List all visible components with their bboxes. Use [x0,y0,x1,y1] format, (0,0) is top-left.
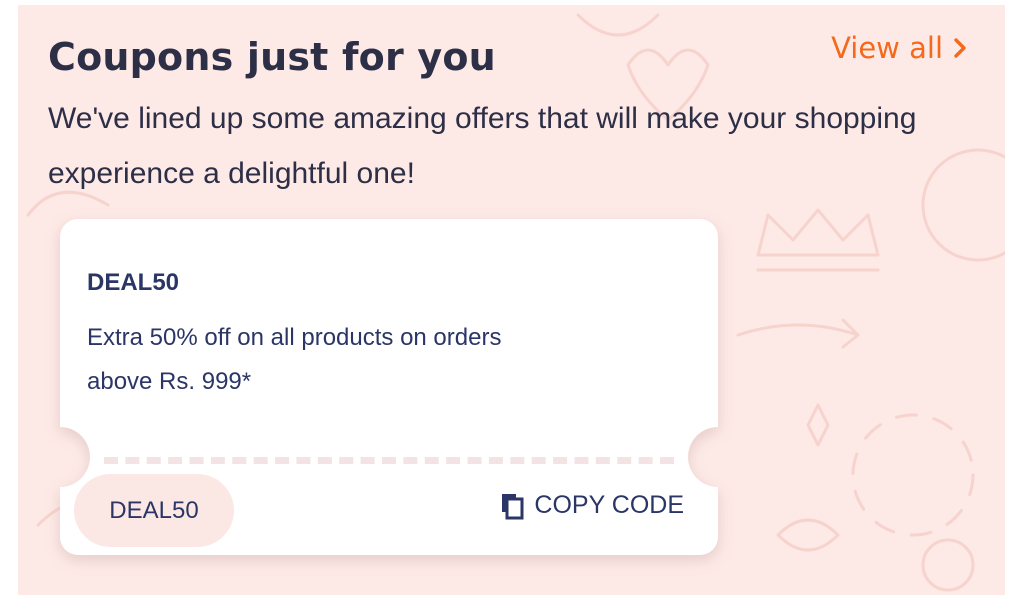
dashed-divider [104,457,674,464]
section-subtitle: We've lined up some amazing offers that … [48,102,917,190]
section-title: Coupons just for you [48,35,496,79]
copy-code-label: COPY CODE [534,491,684,519]
coupons-section: Coupons just for you View all We've line… [18,5,1005,595]
copy-icon [500,492,526,520]
view-all-label: View all [831,31,943,65]
view-all-link[interactable]: View all [831,31,967,65]
copy-code-button[interactable]: COPY CODE [500,491,684,520]
coupon-description: Extra 50% off on all products on orders … [87,324,502,395]
coupon-code: DEAL50 [109,496,199,524]
chevron-right-icon [953,37,967,59]
coupon-title: DEAL50 [87,269,180,296]
coupon-card: DEAL50 Extra 50% off on all products on … [60,219,718,555]
coupon-code-badge: DEAL50 [74,474,234,547]
